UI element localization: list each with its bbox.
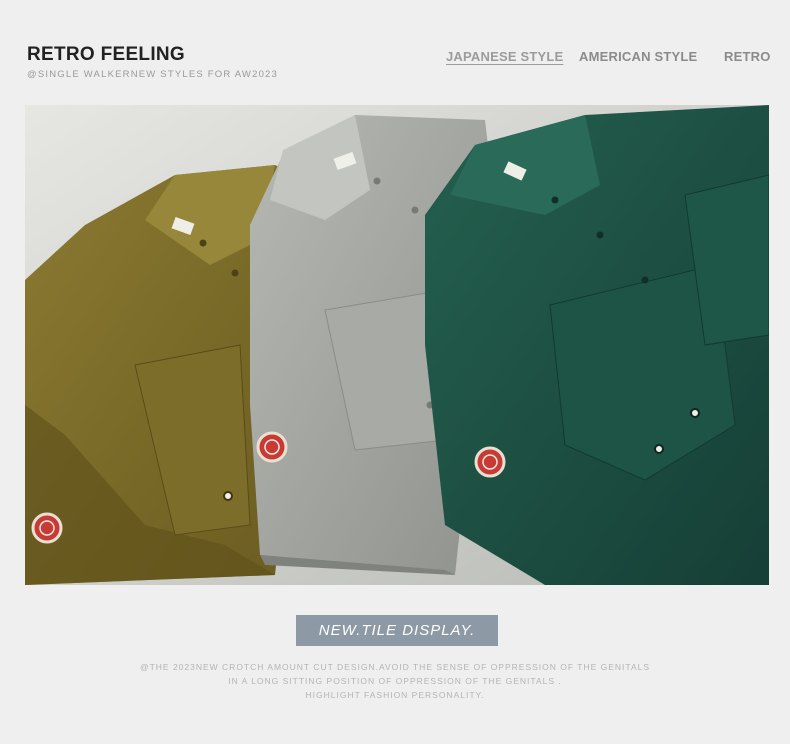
patch-olive (31, 512, 63, 544)
footer-line-3: HIGHLIGHT FASHION PERSONALITY. (305, 690, 485, 700)
product-photo (25, 105, 769, 585)
footer-line-1: @THE 2023NEW CROTCH AMOUNT CUT DESIGN.AV… (139, 662, 651, 672)
patch-grey (256, 431, 288, 463)
brand-title: RETRO FEELING (27, 44, 186, 65)
nav-american-style[interactable]: AMERICAN STYLE (579, 49, 697, 64)
teal-shirt (425, 105, 769, 585)
patch-teal (474, 446, 506, 478)
nav-japanese-style[interactable]: JAPANESE STYLE (446, 49, 563, 64)
badge-label: NEW.TILE DISPLAY. (318, 622, 476, 639)
footer-description: @THE 2023NEW CROTCH AMOUNT CUT DESIGN.AV… (0, 660, 790, 702)
brand-subtitle: @SINGLE WALKERNEW STYLES FOR AW2023 (27, 69, 279, 80)
new-tile-display-badge: NEW.TILE DISPLAY. (296, 615, 498, 646)
footer-line-2: IN A LONG SITTING POSITION OF OPPRESSION… (228, 676, 562, 686)
nav-retro[interactable]: RETRO (724, 49, 771, 64)
